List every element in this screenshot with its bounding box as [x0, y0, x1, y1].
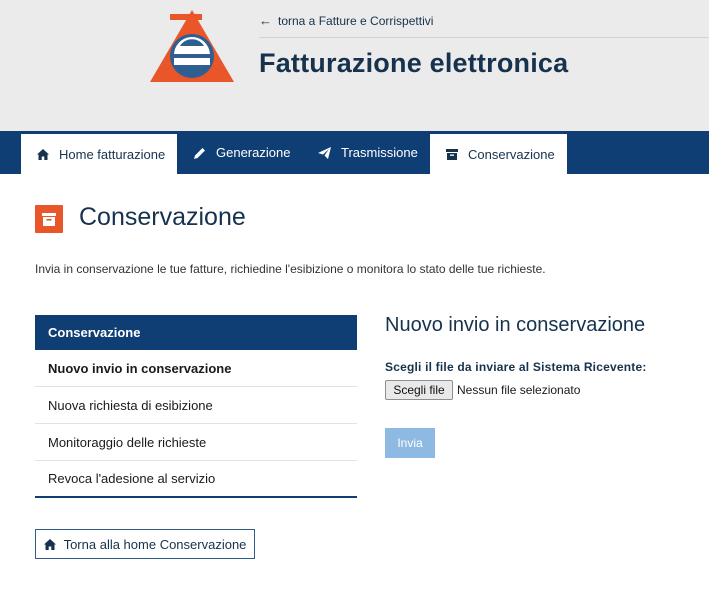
side-item-revoca[interactable]: Revoca l'adesione al servizio	[35, 461, 357, 498]
tab-label: Home fatturazione	[59, 146, 166, 162]
file-field-label: Scegli il file da inviare al Sistema Ric…	[385, 360, 647, 374]
home-icon	[37, 148, 49, 160]
page-header: ← torna a Fatture e Corrispettivi Fattur…	[0, 0, 709, 131]
tab-generazione[interactable]: Generazione	[178, 131, 300, 174]
home-button-label: Torna alla home Conservazione	[63, 536, 247, 552]
tab-home-fatturazione[interactable]: Home fatturazione	[21, 131, 177, 174]
arrow-left-icon: ←	[259, 13, 272, 28]
archive-box-icon	[35, 205, 63, 233]
page-title: Conservazione	[79, 203, 246, 231]
side-item-nuovo-invio[interactable]: Nuovo invio in conservazione	[35, 350, 357, 387]
back-link-label: torna a Fatture e Corrispettivi	[278, 13, 434, 28]
agenzia-entrate-logo	[150, 10, 234, 82]
side-menu: Conservazione Nuovo invio in conservazio…	[35, 315, 357, 498]
home-conservazione-button[interactable]: Torna alla home Conservazione	[35, 529, 255, 559]
header-divider	[259, 37, 709, 38]
tab-label: Generazione	[216, 145, 291, 160]
main-navbar: Home fatturazione Generazione Trasmissio…	[0, 131, 709, 174]
tab-label: Conservazione	[468, 146, 555, 162]
tab-conservazione[interactable]: Conservazione	[430, 131, 567, 174]
paper-plane-icon	[318, 146, 331, 159]
pencil-icon	[194, 147, 205, 159]
home-icon	[43, 538, 56, 550]
tab-trasmissione[interactable]: Trasmissione	[302, 131, 428, 174]
archive-icon	[446, 148, 458, 160]
file-status-text: Nessun file selezionato	[457, 383, 581, 397]
app-title: Fatturazione elettronica	[259, 48, 569, 78]
invia-button[interactable]: Invia	[385, 428, 435, 458]
form-title: Nuovo invio in conservazione	[385, 314, 646, 336]
back-link[interactable]: ← torna a Fatture e Corrispettivi	[259, 13, 433, 28]
tab-label: Trasmissione	[341, 145, 418, 160]
choose-file-button[interactable]: Scegli file	[385, 380, 453, 400]
page-intro: Invia in conservazione le tue fatture, r…	[35, 262, 546, 276]
side-menu-heading: Conservazione	[35, 315, 357, 350]
side-item-richiesta-esibizione[interactable]: Nuova richiesta di esibizione	[35, 387, 357, 424]
side-item-monitoraggio[interactable]: Monitoraggio delle richieste	[35, 424, 357, 461]
